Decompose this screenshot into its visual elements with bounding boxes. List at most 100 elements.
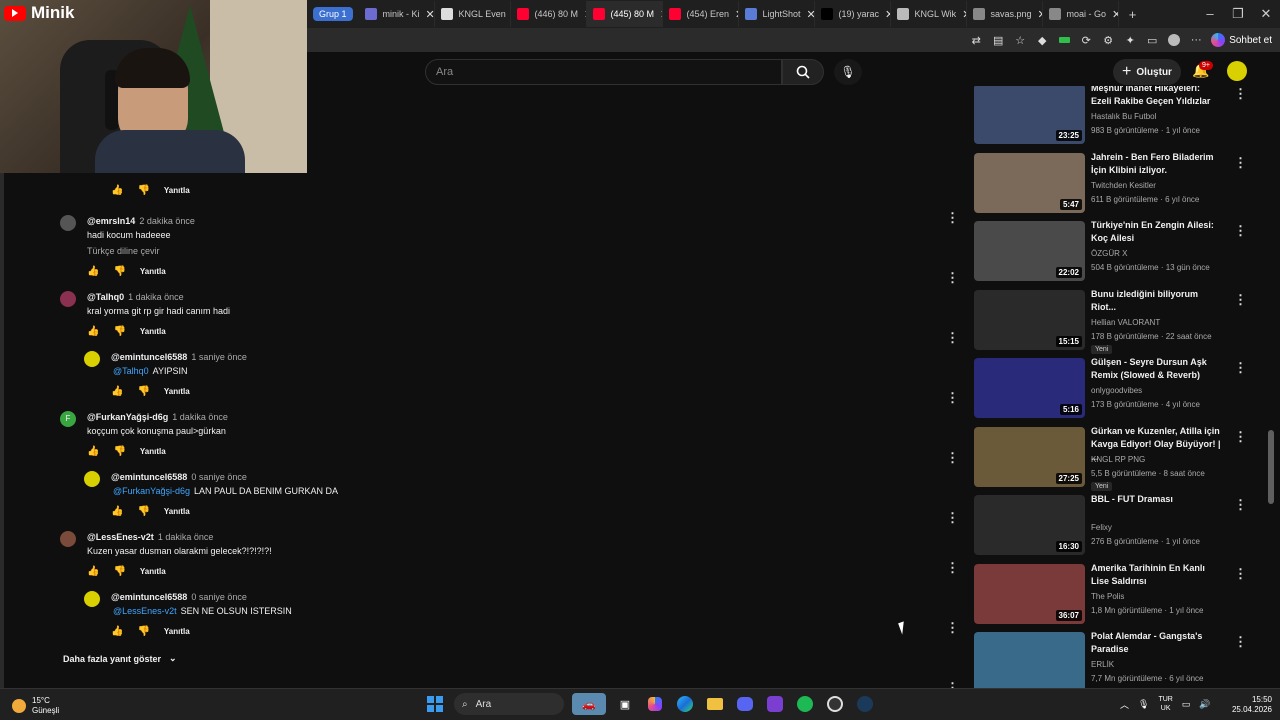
- dislike-icon[interactable]: 👎: [113, 446, 125, 457]
- close-window-icon[interactable]: ✕: [1252, 6, 1280, 22]
- like-icon[interactable]: 👍: [111, 506, 123, 517]
- like-icon[interactable]: 👍: [87, 326, 99, 337]
- video-title[interactable]: BBL - FUT Draması: [1091, 493, 1221, 506]
- tray-chevron-up-icon[interactable]: ︿: [1120, 698, 1129, 711]
- browser-tab[interactable]: (19) yarac✕: [815, 1, 891, 27]
- reply-button[interactable]: Yanıtla: [140, 567, 166, 576]
- video-thumbnail[interactable]: 16:30: [974, 495, 1085, 555]
- account-avatar[interactable]: [1227, 61, 1247, 81]
- browser-tab[interactable]: (445) 80 M✕: [586, 1, 663, 27]
- like-icon[interactable]: 👍: [111, 185, 123, 196]
- video-thumbnail[interactable]: 27:25: [974, 426, 1085, 487]
- video-channel[interactable]: onlygoodvibes: [1091, 386, 1142, 395]
- video-menu-icon[interactable]: ⋮: [1234, 497, 1247, 513]
- split-icon[interactable]: ▭: [1145, 33, 1159, 47]
- tray-mic-icon[interactable]: 🎙: [1138, 699, 1149, 710]
- comment-author[interactable]: @Talhq0: [87, 292, 124, 302]
- reply-button[interactable]: Yanıtla: [140, 327, 166, 336]
- video-channel[interactable]: Hellian VALORANT: [1091, 318, 1160, 327]
- reply-button[interactable]: Yanıtla: [140, 267, 166, 276]
- comment-author[interactable]: @emintuncel6588: [111, 472, 187, 482]
- battery-extension-icon[interactable]: [1057, 33, 1071, 47]
- reply-button[interactable]: Yanıtla: [164, 627, 190, 636]
- like-icon[interactable]: 👍: [87, 446, 99, 457]
- translate-icon[interactable]: ⇄: [969, 33, 983, 47]
- comment-menu-icon[interactable]: ⋮: [946, 330, 959, 346]
- voice-search-button[interactable]: 🎙: [834, 59, 862, 85]
- browser-tab[interactable]: (446) 80 M✕: [511, 1, 587, 27]
- copilot-app-icon[interactable]: [644, 693, 666, 715]
- comment-menu-icon[interactable]: ⋮: [946, 270, 959, 286]
- video-title[interactable]: Bunu izlediğini biliyorum Riot...: [1091, 288, 1221, 314]
- dislike-icon[interactable]: 👎: [137, 506, 149, 517]
- comment-time[interactable]: 0 saniye önce: [191, 472, 247, 482]
- refresh-extension-icon[interactable]: ⟳: [1079, 33, 1093, 47]
- video-thumbnail[interactable]: 22:02: [974, 221, 1085, 281]
- browser-tab[interactable]: KNGL Wik✕: [891, 1, 967, 27]
- comment-author[interactable]: @FurkanYağşi-d6g: [87, 412, 168, 422]
- video-menu-icon[interactable]: ⋮: [1234, 566, 1247, 582]
- comment-avatar[interactable]: F: [60, 411, 76, 427]
- video-title[interactable]: Jahrein - Ben Fero Biladerim İçin Klibin…: [1091, 151, 1221, 177]
- reply-button[interactable]: Yanıtla: [164, 387, 190, 396]
- favorite-icon[interactable]: ☆: [1013, 33, 1027, 47]
- comment-avatar[interactable]: [60, 215, 76, 231]
- widgets-car-icon[interactable]: 🚗: [572, 693, 606, 715]
- reply-button[interactable]: Yanıtla: [140, 447, 166, 456]
- comment-menu-icon[interactable]: ⋮: [946, 390, 959, 406]
- more-menu-icon[interactable]: ···: [1189, 33, 1203, 47]
- video-thumbnail[interactable]: [974, 632, 1085, 688]
- comment-time[interactable]: 1 dakika önce: [128, 292, 184, 302]
- comment-avatar[interactable]: [84, 591, 100, 607]
- video-title[interactable]: Polat Alemdar - Gangsta's Paradise: [1091, 630, 1221, 656]
- video-channel[interactable]: KNGL RP PNG: [1091, 455, 1145, 464]
- reply-button[interactable]: Yanıtla: [164, 507, 190, 516]
- comment-mention[interactable]: @FurkanYağşi-d6g: [113, 486, 190, 496]
- video-channel[interactable]: ERLİK: [1091, 660, 1114, 669]
- edge-browser-icon[interactable]: [674, 693, 696, 715]
- comment-author[interactable]: @emrsln14: [87, 216, 135, 226]
- create-button[interactable]: + Oluştur: [1113, 59, 1181, 85]
- tab-close-icon[interactable]: ✕: [807, 8, 814, 21]
- video-thumbnail[interactable]: 5:16: [974, 358, 1085, 418]
- comment-time[interactable]: 1 dakika önce: [158, 532, 214, 542]
- reply-button[interactable]: Yanıtla: [164, 186, 190, 195]
- browser-tab[interactable]: (454) Eren✕: [663, 1, 739, 27]
- network-icon[interactable]: ▭: [1182, 699, 1191, 710]
- steam-icon[interactable]: [854, 693, 876, 715]
- profile-icon[interactable]: [1167, 33, 1181, 47]
- comment-author[interactable]: @emintuncel6588: [111, 352, 187, 362]
- streaming-app-icon[interactable]: [764, 693, 786, 715]
- video-menu-icon[interactable]: ⋮: [1234, 155, 1247, 171]
- video-thumbnail[interactable]: 23:25: [974, 86, 1085, 144]
- show-more-replies-button[interactable]: Daha fazla yanıt göster ⌄: [63, 653, 177, 664]
- comment-time[interactable]: 1 saniye önce: [191, 352, 247, 362]
- browser-tab[interactable]: moai - Go✕: [1043, 1, 1119, 27]
- settings-extension-icon[interactable]: ⚙: [1101, 33, 1115, 47]
- new-tab-icon[interactable]: +: [1119, 7, 1147, 22]
- dislike-icon[interactable]: 👎: [113, 566, 125, 577]
- video-thumbnail[interactable]: 36:07: [974, 563, 1085, 624]
- copilot-chat-button[interactable]: Sohbet et: [1211, 33, 1272, 47]
- like-icon[interactable]: 👍: [87, 566, 99, 577]
- browser-tab[interactable]: LightShot ✕: [739, 1, 815, 27]
- extension-icon[interactable]: ◆: [1035, 33, 1049, 47]
- comment-mention[interactable]: @LessEnes-v2t: [113, 606, 177, 616]
- comment-avatar[interactable]: [84, 471, 100, 487]
- comment-author[interactable]: @LessEnes-v2t: [87, 532, 154, 542]
- translate-link[interactable]: Türkçe diline çevir: [87, 246, 160, 256]
- comment-menu-icon[interactable]: ⋮: [946, 680, 959, 688]
- like-icon[interactable]: 👍: [111, 626, 123, 637]
- weather-widget[interactable]: 15°C Güneşli: [12, 696, 59, 716]
- dislike-icon[interactable]: 👎: [113, 326, 125, 337]
- page-scrollbar[interactable]: [1268, 430, 1274, 504]
- volume-icon[interactable]: 🔊: [1199, 699, 1210, 710]
- video-menu-icon[interactable]: ⋮: [1234, 86, 1247, 102]
- maximize-icon[interactable]: ❐: [1224, 6, 1252, 22]
- video-menu-icon[interactable]: ⋮: [1234, 223, 1247, 239]
- like-icon[interactable]: 👍: [87, 266, 99, 277]
- browser-tab[interactable]: minik - Ki ✕: [359, 1, 435, 27]
- discord-icon[interactable]: [734, 693, 756, 715]
- search-input[interactable]: Ara: [425, 59, 782, 85]
- browser-tab[interactable]: KNGL Even✕: [435, 1, 511, 27]
